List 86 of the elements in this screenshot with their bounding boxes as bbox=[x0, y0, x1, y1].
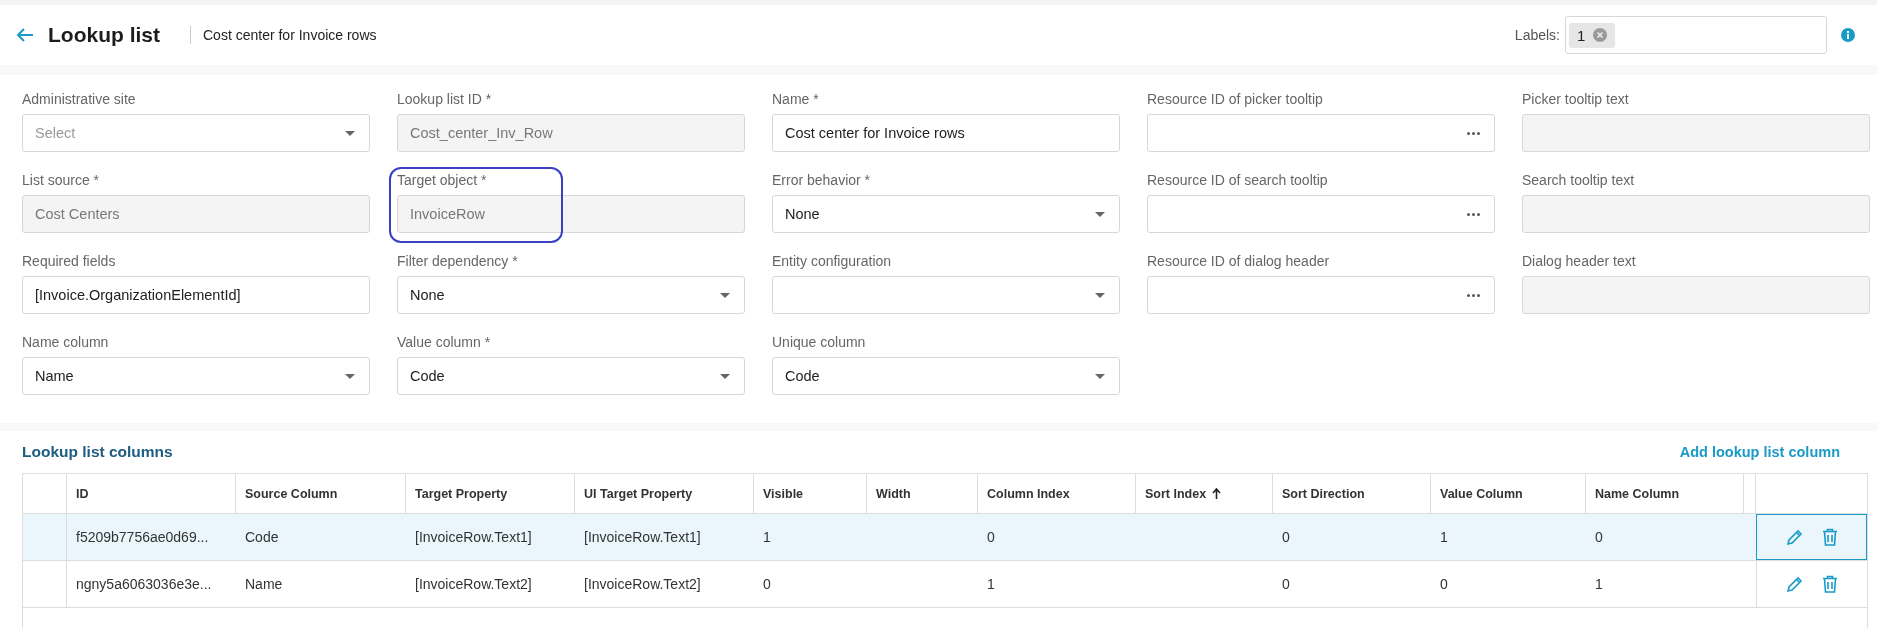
trash-icon[interactable] bbox=[1821, 528, 1838, 546]
column-header[interactable]: Visible bbox=[763, 486, 804, 501]
field-label: Name * bbox=[772, 91, 820, 107]
column-header[interactable]: Width bbox=[876, 486, 911, 501]
section-title: Lookup list columns bbox=[22, 443, 173, 461]
table-cell: 1 bbox=[987, 576, 995, 592]
column-header[interactable]: ID bbox=[76, 486, 89, 501]
labels-field[interactable]: 1 bbox=[1565, 16, 1827, 54]
column-header[interactable]: Sort Index bbox=[1145, 486, 1207, 501]
remove-icon[interactable] bbox=[1593, 28, 1608, 42]
caret-icon bbox=[1095, 292, 1105, 298]
back-arrow-icon[interactable] bbox=[16, 28, 34, 42]
table-row[interactable]: ngny5a6063036e3e... Name [InvoiceRow.Text2] [InvoiceRow.Text2] 0 1 0 0 1 bbox=[23, 561, 1867, 608]
field-label: Resource ID of dialog header bbox=[1147, 253, 1331, 269]
table-cell: 1 bbox=[1595, 576, 1603, 592]
input-field: Cost_center_Inv_Row bbox=[397, 114, 745, 152]
table-cell: [InvoiceRow.Text2] bbox=[584, 576, 701, 592]
field-label: Resource ID of picker tooltip bbox=[1147, 91, 1324, 107]
dropdown[interactable]: Code bbox=[397, 357, 745, 395]
dropdown[interactable]: Code bbox=[772, 357, 1120, 395]
field-label: List source * bbox=[22, 172, 101, 188]
trash-icon[interactable] bbox=[1822, 575, 1838, 593]
caret-icon bbox=[345, 130, 355, 136]
table-cell: 1 bbox=[1440, 529, 1448, 545]
input-field: InvoiceRow bbox=[397, 195, 745, 233]
field-label: Name column bbox=[22, 334, 110, 350]
table-cell: [InvoiceRow.Text2] bbox=[415, 576, 532, 592]
caret-icon bbox=[1095, 373, 1105, 379]
table-cell: 1 bbox=[763, 529, 771, 545]
column-header[interactable]: UI Target Property bbox=[584, 486, 693, 501]
field-label: Value column * bbox=[397, 334, 492, 350]
field-label: Search tooltip text bbox=[1522, 172, 1636, 188]
field-label: Filter dependency * bbox=[397, 253, 519, 269]
table-cell: Code bbox=[245, 529, 279, 545]
field-label: Error behavior * bbox=[772, 172, 872, 188]
field-label: Target object * bbox=[397, 172, 488, 188]
table-cell: [InvoiceRow.Text1] bbox=[415, 529, 532, 545]
dropdown[interactable]: Name bbox=[22, 357, 370, 395]
table-cell: [InvoiceRow.Text1] bbox=[584, 529, 701, 545]
dropdown[interactable]: None bbox=[772, 195, 1120, 233]
input-field[interactable] bbox=[1147, 276, 1495, 314]
caret-icon bbox=[720, 373, 730, 379]
page-title: Lookup list bbox=[48, 23, 160, 47]
info-icon[interactable] bbox=[1841, 28, 1855, 42]
input-field[interactable] bbox=[1147, 195, 1495, 233]
input-field[interactable]: [Invoice.OrganizationElementId] bbox=[22, 276, 370, 314]
caret-icon bbox=[720, 292, 730, 298]
table-row[interactable]: f5209b7756ae0d69... Code [InvoiceRow.Text1] [InvoiceRow.Text1] 1 0 0 1 0 bbox=[23, 514, 1867, 561]
labels-label: Labels: bbox=[1514, 27, 1560, 43]
caret-icon bbox=[1095, 211, 1105, 217]
column-header[interactable]: Value Column bbox=[1440, 486, 1523, 501]
table-cell: 0 bbox=[1440, 576, 1448, 592]
column-header[interactable]: Target Property bbox=[415, 486, 508, 501]
table-cell: 0 bbox=[987, 529, 995, 545]
column-header[interactable]: Column Index bbox=[987, 486, 1070, 501]
field-label: Required fields bbox=[22, 253, 117, 269]
table-cell: 0 bbox=[1595, 529, 1603, 545]
table-cell: Name bbox=[245, 576, 283, 592]
field-label: Administrative site bbox=[22, 91, 137, 107]
input-field[interactable] bbox=[1147, 114, 1495, 152]
field-label: Dialog header text bbox=[1522, 253, 1637, 269]
field-label: Picker tooltip text bbox=[1522, 91, 1630, 107]
caret-icon bbox=[345, 373, 355, 379]
label-chip: 1 bbox=[1569, 22, 1616, 48]
pencil-icon[interactable] bbox=[1785, 528, 1804, 546]
field-label: Entity configuration bbox=[772, 253, 893, 269]
table-cell: 0 bbox=[1282, 529, 1290, 545]
dropdown[interactable]: None bbox=[397, 276, 745, 314]
table-cell: 0 bbox=[1282, 576, 1290, 592]
field-label: Lookup list ID * bbox=[397, 91, 493, 107]
input-field: Cost Centers bbox=[22, 195, 370, 233]
input-field[interactable]: Cost center for Invoice rows bbox=[772, 114, 1120, 152]
table-cell: ngny5a6063036e3e... bbox=[76, 576, 212, 592]
table-cell: f5209b7756ae0d69... bbox=[76, 529, 209, 545]
table-cell: 0 bbox=[763, 576, 771, 592]
column-header[interactable]: Source Column bbox=[245, 486, 338, 501]
pencil-icon[interactable] bbox=[1786, 575, 1804, 593]
more-icon[interactable] bbox=[1467, 212, 1480, 216]
more-icon[interactable] bbox=[1467, 131, 1480, 135]
page-subtitle: Cost center for Invoice rows bbox=[203, 27, 377, 43]
sort-arrow-icon[interactable] bbox=[1212, 488, 1222, 499]
field-label: Resource ID of search tooltip bbox=[1147, 172, 1329, 188]
field-label: Unique column bbox=[772, 334, 867, 350]
more-icon[interactable] bbox=[1467, 293, 1480, 297]
column-header[interactable]: Sort Direction bbox=[1282, 486, 1365, 501]
column-header[interactable]: Name Column bbox=[1595, 486, 1680, 501]
